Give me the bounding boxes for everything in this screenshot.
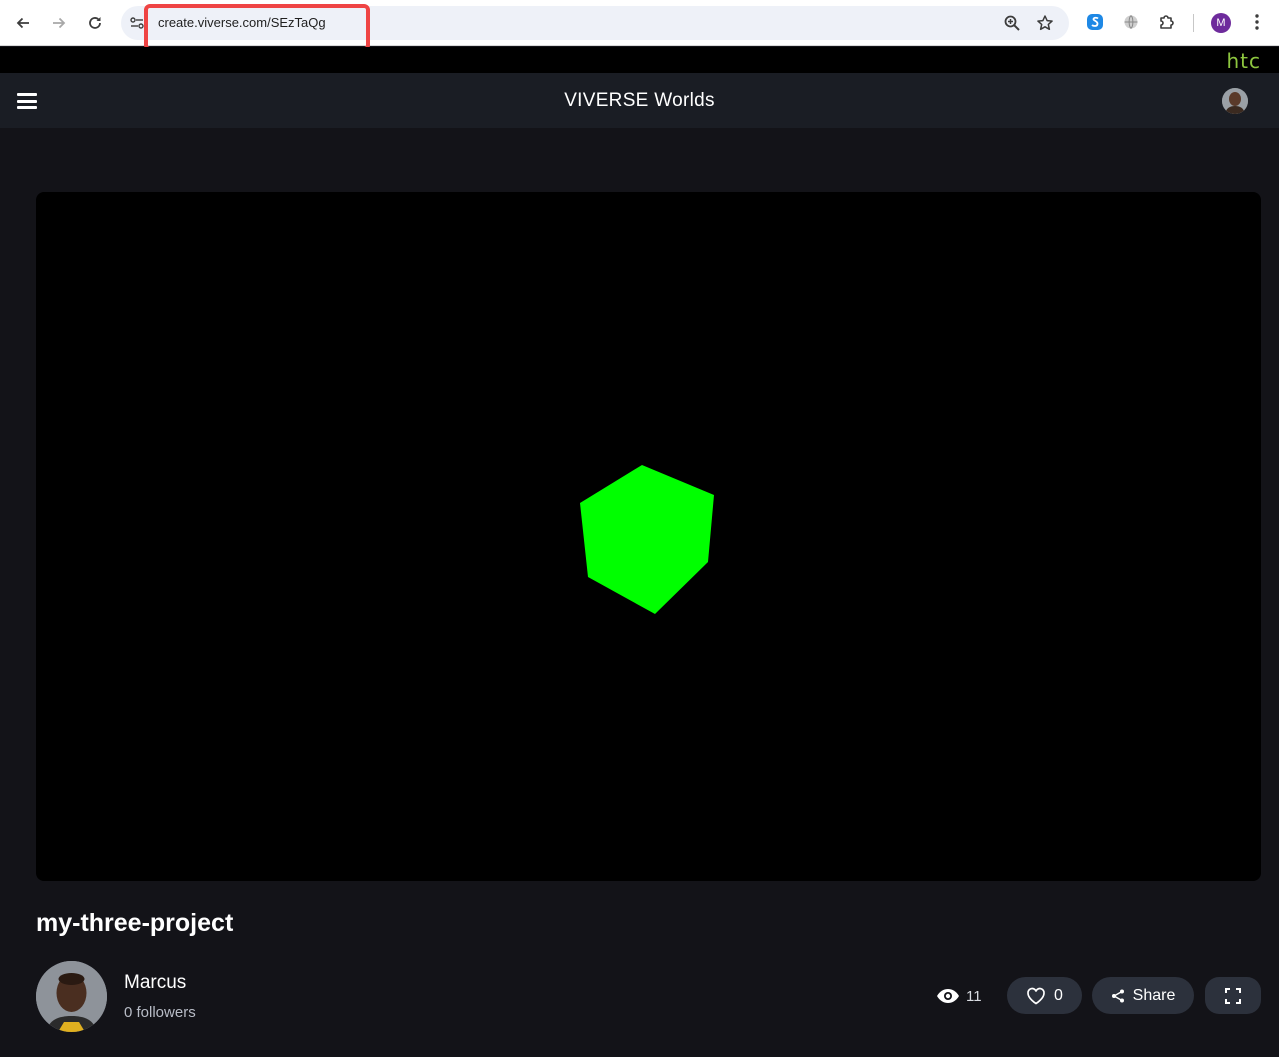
creator-name[interactable]: Marcus [124, 972, 186, 994]
arrow-left-icon [16, 17, 29, 29]
brand-strip: htc [0, 47, 1279, 73]
green-cube [580, 465, 714, 614]
puzzle-icon[interactable] [1157, 12, 1177, 32]
reload-button[interactable] [83, 11, 107, 35]
forward-button[interactable] [47, 11, 71, 35]
creator-avatar[interactable] [36, 961, 107, 1032]
world-viewer-canvas[interactable] [36, 192, 1261, 881]
app-title[interactable]: VIVERSE Worlds [0, 90, 1279, 112]
back-button[interactable] [11, 11, 35, 35]
kebab-icon[interactable] [1247, 12, 1267, 32]
project-title: my-three-project [36, 909, 234, 937]
share-button[interactable]: Share [1092, 977, 1194, 1014]
share-icon [1111, 989, 1124, 1002]
fullscreen-button[interactable] [1205, 977, 1261, 1014]
heart-icon [1027, 987, 1045, 1004]
arrow-right-icon [53, 17, 66, 29]
fullscreen-icon [1225, 987, 1241, 1004]
profile-avatar[interactable]: M [1211, 13, 1231, 33]
views-count: 11 [966, 987, 982, 1005]
star-icon[interactable] [1036, 14, 1054, 32]
like-count: 0 [1054, 986, 1063, 1004]
reload-icon [89, 17, 101, 29]
htc-logo[interactable]: htc [1226, 49, 1261, 73]
like-button[interactable]: 0 [1007, 977, 1082, 1014]
share-label: Share [1132, 986, 1176, 1004]
eye-icon [937, 989, 959, 1003]
tune-icon[interactable] [129, 15, 145, 31]
scene-render [580, 465, 714, 614]
user-avatar[interactable] [1222, 88, 1248, 114]
zoom-icon[interactable] [1003, 14, 1021, 32]
annotation-highlight-box [144, 4, 370, 51]
toolbar-divider [1193, 14, 1194, 32]
globe-icon[interactable] [1121, 12, 1141, 32]
views-counter: 11 [936, 985, 982, 1007]
app-header: VIVERSE Worlds [0, 73, 1279, 128]
blue-s-icon[interactable] [1085, 12, 1105, 32]
followers-count: 0 followers [124, 1004, 196, 1021]
